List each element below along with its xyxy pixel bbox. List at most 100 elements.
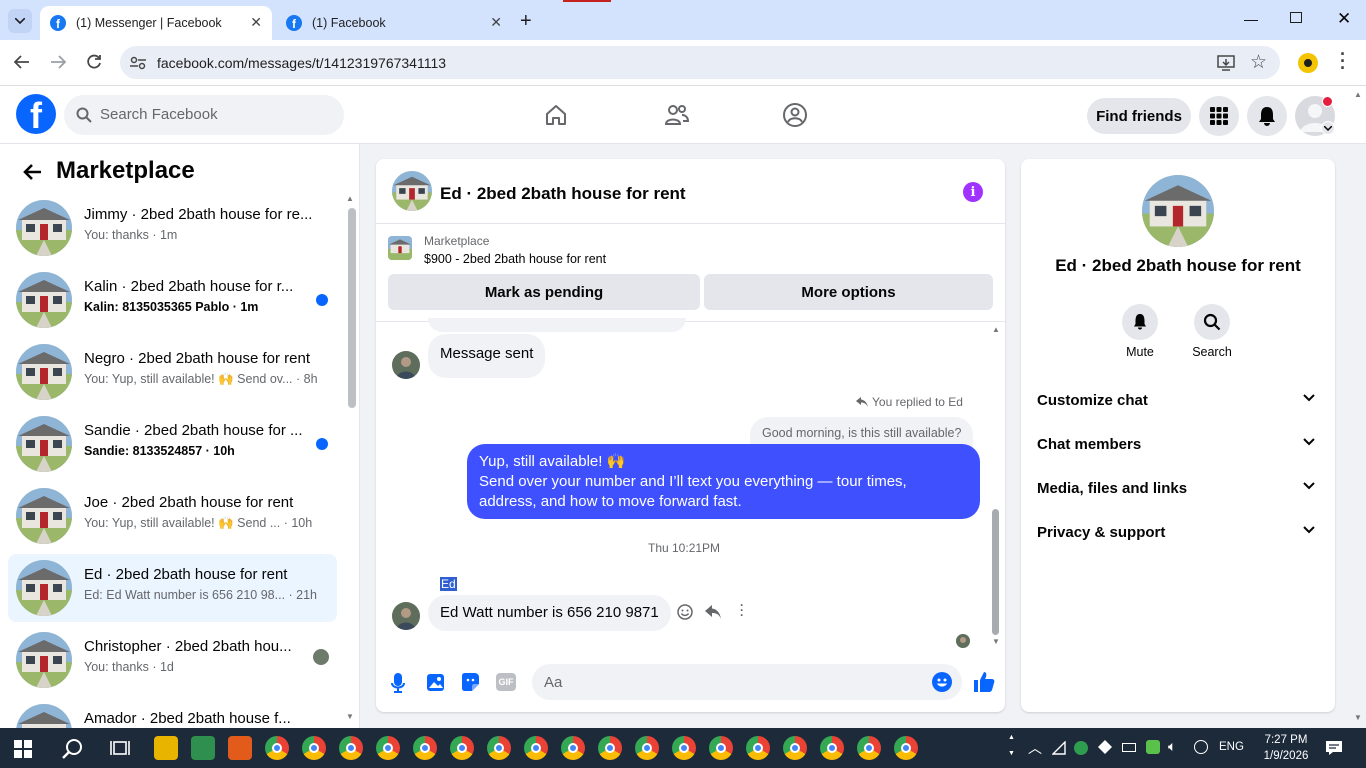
- site-settings-icon[interactable]: [130, 56, 146, 70]
- mark-as-pending-button[interactable]: Mark as pending: [388, 274, 700, 310]
- reply-icon[interactable]: [705, 605, 721, 619]
- conversation-item[interactable]: Joe · 2bed 2bath house for rent You: Yup,…: [8, 482, 337, 550]
- chrome-icon[interactable]: [672, 736, 696, 760]
- install-app-icon[interactable]: [1217, 55, 1235, 71]
- microphone-icon[interactable]: [391, 673, 405, 693]
- restore-button[interactable]: [1290, 12, 1302, 23]
- back-arrow-icon[interactable]: [22, 163, 42, 181]
- scroll-up-icon[interactable]: ▲: [1354, 90, 1362, 99]
- chrome-icon[interactable]: [746, 736, 770, 760]
- info-icon[interactable]: i: [963, 182, 983, 202]
- new-tab-button[interactable]: +: [520, 10, 532, 33]
- scroll-down-icon[interactable]: ▼: [346, 712, 354, 721]
- chrome-icon[interactable]: [450, 736, 474, 760]
- message-input[interactable]: Aa: [532, 664, 962, 700]
- tray-app-icon[interactable]: [1074, 741, 1088, 755]
- tab-facebook[interactable]: f (1) Facebook ✕: [276, 6, 512, 40]
- section-privacy-support[interactable]: Privacy & support: [1037, 524, 1319, 554]
- incoming-message-bubble[interactable]: Ed Watt number is 656 210 9871: [428, 595, 671, 631]
- section-media-files-links[interactable]: Media, files and links: [1037, 480, 1319, 510]
- menu-button[interactable]: [1199, 96, 1239, 136]
- section-customize-chat[interactable]: Customize chat: [1037, 392, 1319, 422]
- more-options-button[interactable]: More options: [704, 274, 993, 310]
- scrollbar[interactable]: [992, 509, 999, 635]
- sender-avatar[interactable]: [392, 602, 420, 630]
- chrome-icon[interactable]: [487, 736, 511, 760]
- taskbar-app-icon[interactable]: [191, 736, 215, 760]
- conversation-item[interactable]: Sandie · 2bed 2bath house for ... Sandie:…: [8, 410, 337, 478]
- bookmark-star-icon[interactable]: ☆: [1250, 51, 1267, 74]
- tray-app-icon[interactable]: [1098, 740, 1112, 754]
- chrome-icon[interactable]: [820, 736, 844, 760]
- conversation-item[interactable]: Christopher · 2bed 2bath hou... You: than…: [8, 626, 337, 694]
- chrome-icon[interactable]: [557, 728, 589, 768]
- listing-title[interactable]: $900 - 2bed 2bath house for rent: [424, 252, 606, 266]
- chrome-icon[interactable]: [339, 736, 363, 760]
- search-icon[interactable]: [62, 738, 84, 760]
- details-avatar[interactable]: [1142, 175, 1214, 247]
- conversation-item[interactable]: Amador · 2bed 2bath house f...: [8, 698, 337, 728]
- thumbs-up-icon[interactable]: [973, 671, 995, 693]
- extension-icon[interactable]: [1298, 53, 1318, 73]
- facebook-logo[interactable]: f: [16, 94, 56, 134]
- reload-icon[interactable]: [86, 54, 102, 70]
- search-input[interactable]: Search Facebook: [64, 95, 344, 135]
- window-close-button[interactable]: ✕: [1337, 9, 1351, 29]
- chrome-icon[interactable]: [635, 736, 659, 760]
- taskbar-scroll[interactable]: ▲ ▼: [1008, 730, 1015, 762]
- scrollbar[interactable]: [348, 208, 356, 408]
- account-chevron[interactable]: [1321, 121, 1335, 135]
- gif-icon[interactable]: GIF: [496, 673, 516, 691]
- search-button[interactable]: [1194, 304, 1230, 340]
- back-arrow-icon[interactable]: [14, 55, 30, 69]
- chat-avatar[interactable]: [392, 171, 432, 211]
- groups-icon[interactable]: [782, 102, 808, 128]
- scroll-up-icon[interactable]: ▲: [992, 325, 1000, 334]
- chrome-icon[interactable]: [524, 736, 548, 760]
- volume-icon[interactable]: 🔈︎: [1168, 738, 1176, 755]
- scroll-up-icon[interactable]: ▲: [346, 194, 354, 203]
- conversation-item[interactable]: Jimmy · 2bed 2bath house for re... You: t…: [8, 194, 337, 262]
- chrome-icon[interactable]: [413, 736, 437, 760]
- conversation-item[interactable]: Negro · 2bed 2bath house for rent You: Yu…: [8, 338, 337, 406]
- minimize-button[interactable]: —: [1244, 11, 1258, 27]
- conversation-item[interactable]: Kalin · 2bed 2bath house for r... Kalin: …: [8, 266, 337, 334]
- windows-start-icon[interactable]: [14, 740, 32, 758]
- chrome-icon[interactable]: [598, 736, 622, 760]
- conversation-item[interactable]: Ed · 2bed 2bath house for rent Ed: Ed Wat…: [8, 554, 337, 622]
- wifi-icon[interactable]: [1052, 741, 1066, 755]
- react-emoji-icon[interactable]: [677, 604, 693, 620]
- chrome-icon[interactable]: [894, 736, 918, 760]
- tab-messenger[interactable]: f (1) Messenger | Facebook ✕: [40, 6, 272, 40]
- outgoing-message-bubble[interactable]: Yup, still available! 🙌 Send over your n…: [467, 444, 980, 519]
- chrome-icon[interactable]: [265, 736, 289, 760]
- chrome-icon[interactable]: [376, 736, 400, 760]
- tray-app-icon[interactable]: [1194, 740, 1208, 754]
- address-bar[interactable]: facebook.com/messages/t/1412319767341113…: [120, 46, 1280, 79]
- hidden-icons-chevron[interactable]: ︿: [1028, 738, 1042, 758]
- chrome-icon[interactable]: [709, 736, 733, 760]
- chrome-icon[interactable]: [302, 736, 326, 760]
- tray-app-icon[interactable]: [1146, 740, 1160, 754]
- more-actions-icon[interactable]: · · ·: [740, 599, 744, 621]
- find-friends-button[interactable]: Find friends: [1087, 98, 1191, 134]
- photo-icon[interactable]: [425, 672, 445, 692]
- taskbar-app-icon[interactable]: [154, 736, 178, 760]
- task-view-icon[interactable]: [110, 739, 130, 757]
- language-indicator[interactable]: ENG: [1219, 741, 1244, 753]
- close-icon[interactable]: ✕: [490, 14, 502, 31]
- forward-arrow-icon[interactable]: [50, 55, 66, 69]
- clock[interactable]: 7:27 PM 1/9/2026: [1256, 732, 1316, 764]
- sticker-icon[interactable]: [460, 672, 480, 692]
- mute-button[interactable]: [1122, 304, 1158, 340]
- close-icon[interactable]: ✕: [250, 14, 262, 31]
- section-chat-members[interactable]: Chat members: [1037, 436, 1319, 466]
- scroll-down-icon[interactable]: ▼: [1354, 713, 1362, 722]
- taskbar-app-icon[interactable]: [228, 736, 252, 760]
- notifications-button[interactable]: [1247, 96, 1287, 136]
- chrome-icon[interactable]: [783, 736, 807, 760]
- emoji-icon[interactable]: [932, 672, 952, 692]
- tab-list-button[interactable]: [8, 9, 32, 33]
- friends-icon[interactable]: [664, 103, 690, 127]
- sender-avatar[interactable]: [392, 351, 420, 379]
